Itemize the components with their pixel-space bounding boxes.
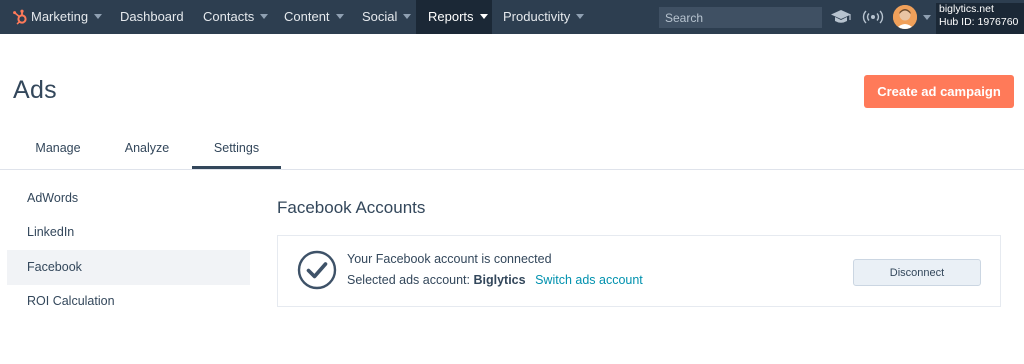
hubspot-logo-icon[interactable] [12, 9, 28, 25]
nav-label-marketing: Marketing [31, 9, 89, 24]
tab-manage[interactable]: Manage [19, 128, 97, 169]
facebook-account-card: Your Facebook account is connected Selec… [277, 235, 1001, 307]
create-ad-campaign-button[interactable]: Create ad campaign [864, 75, 1014, 108]
nav-label-dashboard: Dashboard [120, 9, 184, 24]
chevron-down-icon [576, 14, 585, 20]
chevron-down-icon [479, 14, 488, 20]
nav-item-reports[interactable]: Reports [416, 0, 492, 34]
chevron-down-icon[interactable] [923, 15, 931, 20]
chevron-down-icon [94, 14, 103, 20]
selected-account-name: Biglytics [473, 273, 526, 287]
avatar[interactable] [893, 5, 917, 29]
nav-item-dashboard[interactable]: Dashboard [120, 0, 184, 34]
sidebar-item-adwords[interactable]: AdWords [7, 181, 250, 216]
sidebar-item-linkedin[interactable]: LinkedIn [7, 215, 250, 250]
nav-label-reports: Reports [428, 9, 474, 24]
top-navigation-bar: Marketing Dashboard Contacts Content Soc… [0, 0, 1024, 34]
hub-id: Hub ID: 1976760 [939, 16, 1019, 28]
nav-item-productivity[interactable]: Productivity [503, 0, 585, 34]
nav-item-social[interactable]: Social [362, 0, 412, 34]
nav-label-content: Content [284, 9, 330, 24]
connection-status-text: Your Facebook account is connected [347, 252, 552, 266]
account-info[interactable]: biglytics.net Hub ID: 1976760 [936, 3, 1024, 34]
academy-button[interactable] [829, 0, 853, 34]
nav-item-contacts[interactable]: Contacts [203, 0, 269, 34]
chevron-down-icon [403, 14, 412, 20]
graduation-cap-icon [831, 10, 851, 23]
tab-analyze[interactable]: Analyze [108, 128, 186, 169]
section-title: Facebook Accounts [277, 198, 426, 217]
disconnect-button[interactable]: Disconnect [853, 259, 981, 286]
user-photo-icon [893, 5, 917, 29]
chevron-down-icon [335, 14, 344, 20]
sidebar-item-roi-calculation[interactable]: ROI Calculation [7, 284, 250, 319]
broadcast-icon [862, 10, 884, 24]
account-domain: biglytics.net [939, 3, 994, 15]
nav-item-content[interactable]: Content [284, 0, 344, 34]
page-title: Ads [13, 76, 57, 104]
nav-item-marketing[interactable]: Marketing [31, 0, 103, 34]
tab-bar: Manage Analyze Settings [0, 128, 1024, 170]
nav-label-productivity: Productivity [503, 9, 571, 24]
selected-account-line: Selected ads account: Biglytics Switch a… [347, 273, 643, 287]
search-input[interactable] [659, 7, 822, 28]
nav-label-contacts: Contacts [203, 9, 255, 24]
notifications-button[interactable] [861, 0, 885, 34]
switch-ads-account-link[interactable]: Switch ads account [535, 273, 643, 287]
tab-settings[interactable]: Settings [192, 128, 281, 169]
checkmark-circle-icon [297, 250, 337, 290]
nav-label-social: Social [362, 9, 398, 24]
chevron-down-icon [260, 14, 269, 20]
selected-account-label: Selected ads account: [347, 273, 470, 287]
sidebar-item-facebook[interactable]: Facebook [7, 250, 250, 285]
